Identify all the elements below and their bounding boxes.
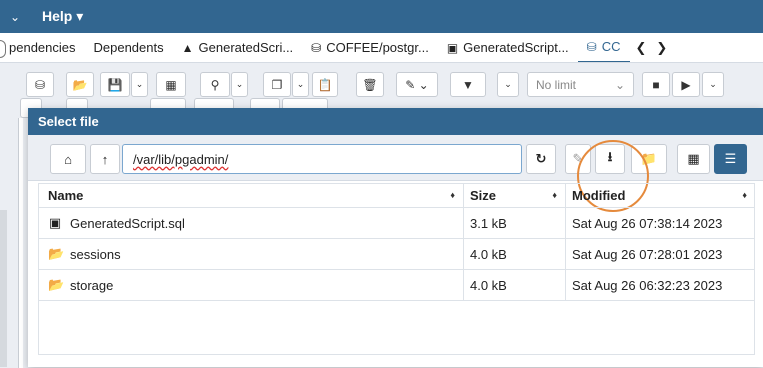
open-folder-icon[interactable]: 📂 bbox=[66, 72, 94, 97]
chevron-left-icon[interactable]: ❮ bbox=[636, 40, 647, 56]
tab-dependents[interactable]: Dependents bbox=[85, 33, 173, 62]
file-name-cell: 📂 storage bbox=[38, 270, 464, 300]
file-size: 4.0 kB bbox=[470, 277, 507, 293]
tab-label: GeneratedScript... bbox=[463, 40, 569, 55]
file-name-cell: 📂 sessions bbox=[38, 239, 464, 269]
file-row[interactable]: ▣ GeneratedScript.sql 3.1 kB Sat Aug 26 0… bbox=[38, 208, 755, 239]
rename-icon[interactable]: ✎ bbox=[565, 144, 591, 174]
column-label: Modified bbox=[572, 187, 626, 203]
file-name: sessions bbox=[70, 246, 121, 262]
list-view-icon[interactable]: ☰ bbox=[714, 144, 747, 174]
database-icon: ⛁ bbox=[586, 39, 597, 54]
path-value: /var/lib/pgadmin/ bbox=[133, 151, 229, 167]
new-folder-icon[interactable]: 📁 bbox=[631, 144, 667, 174]
save-icon[interactable]: 💾 bbox=[100, 72, 130, 97]
trash-icon[interactable]: 🗑 bbox=[356, 72, 384, 97]
folder-open-icon: 📂 bbox=[48, 246, 65, 261]
chevron-down-icon: ⌄ bbox=[614, 77, 625, 92]
sort-icon: ♦ bbox=[742, 190, 747, 200]
upload-icon[interactable]: ⭳ bbox=[595, 144, 625, 174]
tab-label: CC bbox=[601, 39, 621, 54]
chevron-down-icon[interactable]: ⌄ bbox=[702, 72, 724, 97]
tab-coffee-postgres[interactable]: ⛁ COFFEE/postgr... bbox=[302, 33, 438, 62]
menu-bar: ⌄ Help ▾ bbox=[0, 0, 763, 33]
tab-navigation: ❮ ❯ bbox=[636, 40, 668, 56]
file-modified: Sat Aug 26 07:28:01 2023 bbox=[572, 246, 723, 262]
folder-open-icon: 📂 bbox=[48, 277, 65, 292]
home-icon[interactable]: ⌂ bbox=[50, 144, 86, 174]
file-name-cell: ▣ GeneratedScript.sql bbox=[38, 208, 464, 238]
help-menu[interactable]: Help ▾ bbox=[42, 8, 83, 25]
tab-bar: pendencies Dependents ▲ GeneratedScri... … bbox=[0, 33, 763, 63]
chevron-down-icon[interactable]: ⌄ bbox=[497, 72, 519, 97]
folder-row[interactable]: 📂 sessions 4.0 kB Sat Aug 26 07:28:01 202… bbox=[38, 239, 755, 270]
column-header-size[interactable]: Size ♦ bbox=[464, 183, 566, 207]
file-list: Name ♦ Size ♦ Modified ♦ ▣ GeneratedScript.s… bbox=[38, 183, 755, 301]
file-size: 3.1 kB bbox=[470, 215, 507, 231]
filter-icon[interactable]: ▼ bbox=[450, 72, 486, 97]
file-list-header: Name ♦ Size ♦ Modified ♦ bbox=[38, 183, 755, 208]
file-size-cell: 3.1 kB bbox=[464, 208, 566, 238]
scrollbar[interactable] bbox=[0, 210, 7, 367]
dialog-title: Select file bbox=[28, 108, 763, 135]
file-modified-cell: Sat Aug 26 07:28:01 2023 bbox=[566, 239, 755, 269]
column-label: Size bbox=[470, 187, 497, 203]
database-icon[interactable]: ⛁ bbox=[26, 72, 54, 97]
row-limit-select[interactable]: No limit ⌄ bbox=[527, 72, 634, 97]
database-icon: ⛁ bbox=[311, 40, 322, 55]
column-header-name[interactable]: Name ♦ bbox=[38, 183, 464, 207]
refresh-icon[interactable]: ↻ bbox=[526, 144, 556, 174]
file-size-cell: 4.0 kB bbox=[464, 239, 566, 269]
sitemap-icon: ▲ bbox=[181, 40, 194, 55]
chevron-down-icon[interactable]: ⌄ bbox=[292, 72, 309, 97]
file-name: GeneratedScript.sql bbox=[70, 215, 185, 231]
column-label: Name bbox=[48, 187, 84, 203]
tab-dependencies[interactable]: pendencies bbox=[0, 33, 85, 62]
file-size-cell: 4.0 kB bbox=[464, 270, 566, 300]
file-modified: Sat Aug 26 07:38:14 2023 bbox=[572, 215, 723, 231]
column-header-modified[interactable]: Modified ♦ bbox=[566, 183, 755, 207]
tab-label: COFFEE/postgr... bbox=[326, 40, 429, 55]
file-icon: ▣ bbox=[48, 215, 62, 230]
tab-generated-script-erd[interactable]: ▲ GeneratedScri... bbox=[173, 33, 303, 62]
edit-icon[interactable]: ✎ ⌄ bbox=[396, 72, 438, 97]
tab-label: Dependents bbox=[93, 40, 164, 55]
file-modified: Sat Aug 26 06:32:23 2023 bbox=[572, 277, 723, 293]
chevron-down-icon[interactable]: ⌄ bbox=[131, 72, 148, 97]
folder-row[interactable]: 📂 storage 4.0 kB Sat Aug 26 06:32:23 2023 bbox=[38, 270, 755, 301]
play-icon[interactable]: ▶ bbox=[672, 72, 700, 97]
file-name: storage bbox=[70, 277, 114, 293]
copy-icon[interactable]: ❐ bbox=[263, 72, 291, 97]
arrow-up-icon[interactable]: ↑ bbox=[90, 144, 120, 174]
tab-coffee-query[interactable]: ⛁ CC bbox=[577, 33, 630, 62]
table-icon[interactable]: ▦ bbox=[156, 72, 186, 97]
file-size: 4.0 kB bbox=[470, 246, 507, 262]
tab-generated-script[interactable]: ▣ GeneratedScript... bbox=[438, 33, 578, 62]
stop-icon[interactable]: ■ bbox=[642, 72, 670, 97]
file-icon: ▣ bbox=[446, 40, 459, 55]
grid-view-icon[interactable]: ▦ bbox=[677, 144, 710, 174]
row-limit-value: No limit bbox=[536, 77, 577, 92]
chevron-down-icon[interactable]: ⌄ bbox=[231, 72, 248, 97]
chevron-down-icon[interactable]: ⌄ bbox=[10, 10, 24, 24]
path-input[interactable]: /var/lib/pgadmin/ bbox=[122, 144, 522, 174]
editor-frame bbox=[18, 118, 23, 368]
search-icon[interactable]: ⚲ bbox=[200, 72, 230, 97]
file-modified-cell: Sat Aug 26 07:38:14 2023 bbox=[566, 208, 755, 238]
tab-label: GeneratedScri... bbox=[198, 40, 294, 55]
select-file-dialog: Select file ⌂ ↑ /var/lib/pgadmin/ ↻ ✎ ⭳ … bbox=[28, 108, 763, 367]
path-toolbar: ⌂ ↑ /var/lib/pgadmin/ ↻ ✎ ⭳ 📁 ▦ ☰ bbox=[28, 135, 763, 212]
file-modified-cell: Sat Aug 26 06:32:23 2023 bbox=[566, 270, 755, 300]
paste-icon[interactable]: 📋 bbox=[312, 72, 338, 97]
tab-label: pendencies bbox=[9, 40, 76, 55]
sort-icon: ♦ bbox=[450, 190, 455, 200]
sort-icon: ♦ bbox=[552, 190, 557, 200]
chevron-right-icon[interactable]: ❯ bbox=[656, 40, 667, 56]
